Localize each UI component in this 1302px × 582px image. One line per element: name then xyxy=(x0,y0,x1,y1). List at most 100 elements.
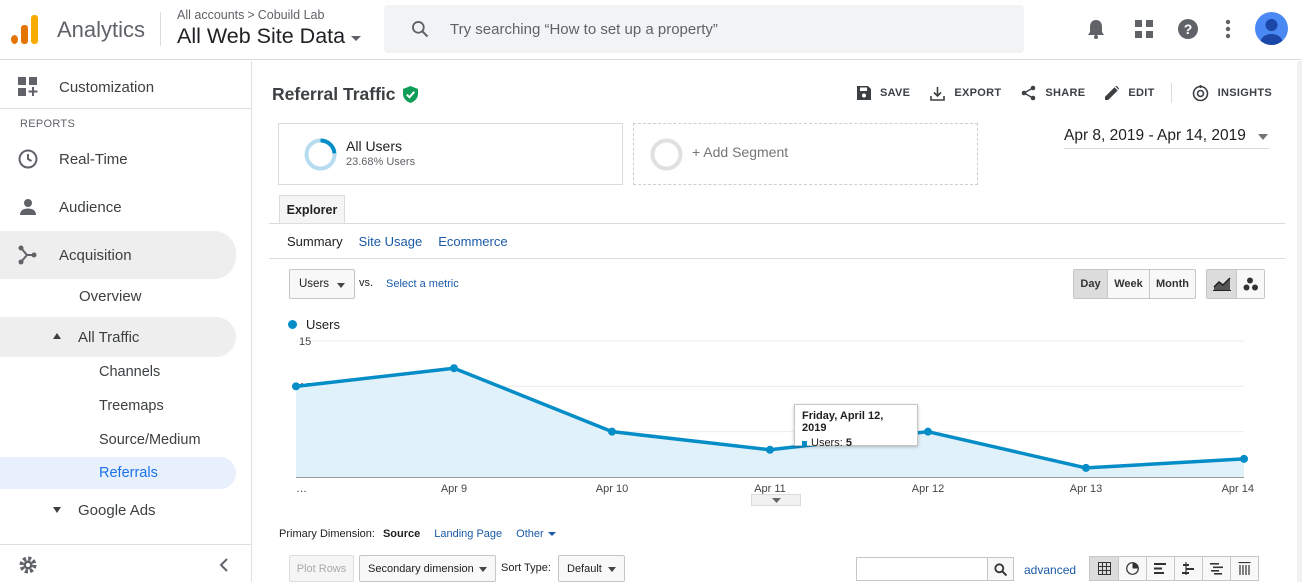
table-filter-input[interactable] xyxy=(856,557,988,581)
share-button[interactable]: SHARE xyxy=(1021,85,1085,101)
app-name: Analytics xyxy=(57,17,146,42)
save-label: SAVE xyxy=(879,87,911,99)
vs-label: vs. xyxy=(359,277,374,289)
help-icon[interactable]: ? xyxy=(1175,16,1201,42)
granularity-week-button[interactable]: Week xyxy=(1107,270,1149,298)
edit-button[interactable]: EDIT xyxy=(1105,86,1154,100)
data-point xyxy=(1240,454,1248,463)
svg-text:?: ? xyxy=(1184,21,1193,37)
subtab-summary[interactable]: Summary xyxy=(287,234,343,249)
chart-legend: Users xyxy=(288,317,340,332)
add-segment-button[interactable]: + Add Segment xyxy=(633,123,978,185)
subtab-ecommerce[interactable]: Ecommerce xyxy=(438,234,507,249)
x-tick-label: Apr 13 xyxy=(1070,483,1102,495)
dimension-other-dropdown[interactable]: Other xyxy=(516,528,556,540)
acquisition-icon xyxy=(18,245,37,265)
apps-grid-icon[interactable] xyxy=(1131,16,1157,42)
chevron-down-icon xyxy=(771,497,781,503)
table-view-toggle xyxy=(1089,556,1259,581)
search-bar[interactable] xyxy=(384,5,1024,53)
empty-segment-ring-icon xyxy=(650,138,683,171)
users-line-chart[interactable]: 51015…Apr 9Apr 10Apr 11Apr 12Apr 13Apr 1… xyxy=(252,331,1302,506)
explorer-subtabs: Summary Site Usage Ecommerce xyxy=(287,234,524,249)
tooltip-value-row: Users: 5 xyxy=(802,437,910,449)
data-point xyxy=(1082,463,1090,472)
top-bar: Analytics All accounts > Cobuild Lab All W… xyxy=(0,0,1302,60)
edit-label: EDIT xyxy=(1128,87,1155,99)
chevron-down-icon xyxy=(337,283,345,288)
search-input[interactable] xyxy=(450,20,970,38)
secondary-dimension-dropdown[interactable]: Secondary dimension xyxy=(359,555,496,582)
sidebar-item-overview[interactable]: Overview xyxy=(0,276,251,316)
table-search-button[interactable] xyxy=(987,557,1014,581)
collapse-sidebar-icon[interactable] xyxy=(218,557,230,573)
advanced-filter-link[interactable]: advanced xyxy=(1024,563,1076,577)
dimension-source[interactable]: Source xyxy=(383,528,420,540)
breadcrumb-root: All accounts xyxy=(177,8,245,22)
sidebar-item-referrals[interactable]: Referrals xyxy=(0,457,236,489)
insights-label: INSIGHTS xyxy=(1217,87,1272,99)
performance-view-button[interactable] xyxy=(1146,557,1174,580)
pencil-icon xyxy=(1105,86,1120,100)
tab-explorer[interactable]: Explorer xyxy=(279,195,345,224)
comparison-view-button[interactable] xyxy=(1174,557,1202,580)
export-button[interactable]: EXPORT xyxy=(930,86,1001,101)
clock-icon xyxy=(18,149,38,169)
term-cloud-view-button[interactable] xyxy=(1202,557,1230,580)
bell-icon[interactable] xyxy=(1083,16,1109,42)
date-range-picker[interactable]: Apr 8, 2019 - Apr 14, 2019 xyxy=(1064,127,1270,149)
chevron-down-icon xyxy=(479,567,487,572)
gear-icon[interactable] xyxy=(18,555,38,575)
tooltip-series-swatch xyxy=(802,440,807,446)
more-vert-icon[interactable] xyxy=(1215,16,1241,42)
sidebar-item-all-traffic[interactable]: All Traffic xyxy=(0,317,236,357)
chart-divider xyxy=(269,258,1285,259)
subtab-site-usage[interactable]: Site Usage xyxy=(359,234,423,249)
dimension-landing-page[interactable]: Landing Page xyxy=(434,528,502,540)
select-metric-link[interactable]: Select a metric xyxy=(386,278,459,290)
granularity-day-button[interactable]: Day xyxy=(1074,270,1107,298)
sidebar-divider xyxy=(0,108,251,109)
metric-select[interactable]: Users xyxy=(289,269,355,299)
share-label: SHARE xyxy=(1045,87,1086,99)
sidebar-footer xyxy=(0,544,251,582)
view-selector[interactable]: All Web Site Data xyxy=(177,24,362,49)
sidebar-item-realtime[interactable]: Real-Time xyxy=(0,139,251,179)
metric-select-value: Users xyxy=(299,278,330,290)
sidebar-item-audience[interactable]: Audience xyxy=(0,187,251,227)
line-chart-button[interactable] xyxy=(1207,270,1236,298)
download-icon xyxy=(930,86,946,101)
legend-label: Users xyxy=(306,317,340,332)
sidebar-item-source-medium[interactable]: Source/Medium xyxy=(0,420,251,460)
save-button[interactable]: SAVE xyxy=(856,86,911,100)
account-breadcrumb[interactable]: All accounts > Cobuild Lab xyxy=(177,8,324,22)
chart-collapse-handle[interactable] xyxy=(751,494,801,506)
sort-type-dropdown[interactable]: Default xyxy=(558,555,625,582)
percentage-view-button[interactable] xyxy=(1118,557,1146,580)
breadcrumb-account: Cobuild Lab xyxy=(257,8,325,22)
chevron-down-icon xyxy=(608,567,616,572)
segment-all-users[interactable]: All Users 23.68% Users xyxy=(278,123,623,185)
y-tick-label: 15 xyxy=(299,336,311,348)
term-cloud-icon xyxy=(1210,563,1223,575)
dimension-other-label: Other xyxy=(516,528,544,540)
sidebar-item-customization[interactable]: Customization xyxy=(0,67,251,107)
data-point xyxy=(292,382,300,391)
sidebar-item-google-ads[interactable]: Google Ads xyxy=(0,490,251,530)
pivot-table-icon xyxy=(1238,562,1251,575)
insights-button[interactable]: INSIGHTS xyxy=(1192,84,1272,102)
page-scrollbar[interactable] xyxy=(1297,61,1302,582)
date-range-label: Apr 8, 2019 - Apr 14, 2019 xyxy=(1064,127,1246,144)
granularity-month-button[interactable]: Month xyxy=(1149,270,1195,298)
chevron-down-icon xyxy=(547,532,556,537)
sidebar-item-acquisition[interactable]: Acquisition xyxy=(0,231,236,279)
pivot-view-button[interactable] xyxy=(1230,557,1258,580)
table-view-button[interactable] xyxy=(1090,557,1118,580)
x-tick-label: Apr 9 xyxy=(441,483,467,495)
table-grid-icon xyxy=(1097,562,1111,575)
account-avatar-icon[interactable] xyxy=(1255,12,1288,45)
analytics-logo-icon[interactable] xyxy=(11,15,39,44)
plot-rows-button[interactable]: Plot Rows xyxy=(289,555,354,582)
sidebar-item-label: Google Ads xyxy=(78,501,156,519)
motion-chart-button[interactable] xyxy=(1236,270,1264,298)
